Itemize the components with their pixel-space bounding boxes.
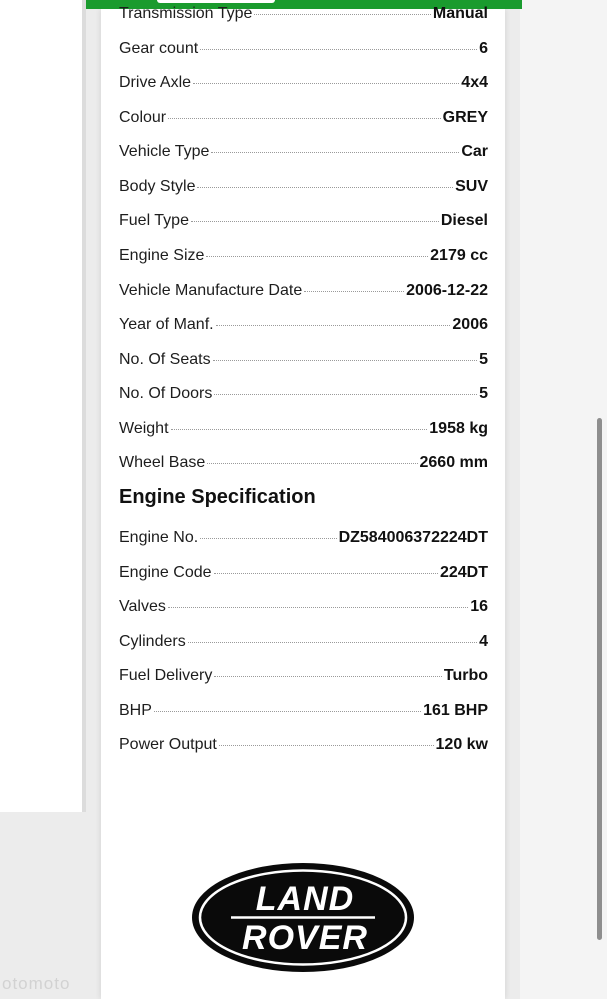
left-panel-edge bbox=[82, 0, 86, 812]
right-background-panel bbox=[520, 0, 607, 999]
spec-row-wheel-base: Wheel Base 2660 mm bbox=[119, 454, 488, 476]
spec-label: Cylinders bbox=[119, 633, 186, 650]
spec-label: Vehicle Manufacture Date bbox=[119, 282, 303, 299]
leader-dots bbox=[207, 463, 418, 464]
spec-value: 5 bbox=[479, 351, 488, 368]
spec-row-gear-count: Gear count 6 bbox=[119, 40, 488, 62]
spec-label: Fuel Type bbox=[119, 212, 189, 229]
spec-value: GREY bbox=[442, 109, 488, 126]
spec-row-weight: Weight 1958 kg bbox=[119, 420, 488, 442]
spec-value: 4 bbox=[479, 633, 488, 650]
spec-row-engine-code: Engine Code 224DT bbox=[119, 564, 488, 586]
spec-value: Car bbox=[461, 143, 488, 160]
spec-value: 161 BHP bbox=[423, 702, 488, 719]
spec-row-seats: No. Of Seats 5 bbox=[119, 351, 488, 373]
leader-dots bbox=[153, 711, 422, 712]
leader-dots bbox=[187, 642, 478, 643]
spec-value: Manual bbox=[432, 5, 488, 22]
leader-dots bbox=[167, 607, 469, 608]
leader-dots bbox=[212, 360, 478, 361]
spec-value: 2006 bbox=[452, 316, 488, 333]
spec-value: DZ584006372224DT bbox=[338, 529, 488, 546]
engine-specification-heading: Engine Specification bbox=[119, 486, 316, 508]
spec-row-colour: Colour GREY bbox=[119, 109, 488, 131]
leader-dots bbox=[197, 187, 454, 188]
leader-dots bbox=[206, 256, 429, 257]
leader-dots bbox=[214, 676, 442, 677]
page-scrollbar[interactable] bbox=[597, 418, 602, 940]
spec-label: BHP bbox=[119, 702, 152, 719]
header-tab-indicator bbox=[157, 0, 275, 3]
spec-label: Gear count bbox=[119, 40, 199, 57]
spec-row-valves: Valves 16 bbox=[119, 598, 488, 620]
leader-dots bbox=[193, 83, 460, 84]
leader-dots bbox=[170, 429, 428, 430]
leader-dots bbox=[254, 14, 431, 15]
spec-value: 2179 cc bbox=[430, 247, 488, 264]
spec-row-fuel-type: Fuel Type Diesel bbox=[119, 212, 488, 234]
spec-row-fuel-delivery: Fuel Delivery Turbo bbox=[119, 667, 488, 689]
spec-value: 16 bbox=[470, 598, 488, 615]
spec-label: Weight bbox=[119, 420, 169, 437]
spec-row-drive-axle: Drive Axle 4x4 bbox=[119, 74, 488, 96]
spec-row-vehicle-type: Vehicle Type Car bbox=[119, 143, 488, 165]
spec-label: Colour bbox=[119, 109, 167, 126]
spec-value: 120 kw bbox=[435, 736, 488, 753]
spec-label: Engine Code bbox=[119, 564, 212, 581]
spec-label: Drive Axle bbox=[119, 74, 192, 91]
spec-label: No. Of Seats bbox=[119, 351, 211, 368]
spec-label: No. Of Doors bbox=[119, 385, 213, 402]
spec-label: Valves bbox=[119, 598, 166, 615]
leader-dots bbox=[213, 573, 438, 574]
spec-value: 2006-12-22 bbox=[406, 282, 488, 299]
leader-dots bbox=[215, 325, 451, 326]
spec-row-power-output: Power Output 120 kw bbox=[119, 736, 488, 758]
otomoto-watermark: otomoto bbox=[2, 974, 71, 993]
spec-row-engine-size: Engine Size 2179 cc bbox=[119, 247, 488, 269]
leader-dots bbox=[214, 394, 478, 395]
spec-value: 6 bbox=[479, 40, 488, 57]
spec-value: 2660 mm bbox=[419, 454, 489, 471]
spec-row-engine-no: Engine No. DZ584006372224DT bbox=[119, 529, 488, 551]
spec-value: 1958 kg bbox=[429, 420, 488, 437]
spec-label: Power Output bbox=[119, 736, 217, 753]
spec-value: Diesel bbox=[440, 212, 488, 229]
spec-label: Vehicle Type bbox=[119, 143, 210, 160]
spec-label: Year of Manf. bbox=[119, 316, 214, 333]
leader-dots bbox=[168, 118, 441, 119]
spec-row-transmission-type: Transmission Type Manual bbox=[119, 5, 488, 27]
leader-dots bbox=[200, 538, 337, 539]
spec-row-bhp: BHP 161 BHP bbox=[119, 702, 488, 724]
spec-label: Engine Size bbox=[119, 247, 205, 264]
spec-label: Transmission Type bbox=[119, 5, 253, 22]
leader-dots bbox=[304, 291, 405, 292]
spec-label: Wheel Base bbox=[119, 454, 206, 471]
spec-label: Engine No. bbox=[119, 529, 199, 546]
left-background-panel bbox=[0, 0, 86, 812]
leader-dots bbox=[211, 152, 460, 153]
spec-value: 224DT bbox=[439, 564, 488, 581]
spec-label: Fuel Delivery bbox=[119, 667, 213, 684]
leader-dots bbox=[200, 49, 478, 50]
spec-row-year-of-manf: Year of Manf. 2006 bbox=[119, 316, 488, 338]
leader-dots bbox=[190, 221, 439, 222]
spec-value: 5 bbox=[479, 385, 488, 402]
spec-row-cylinders: Cylinders 4 bbox=[119, 633, 488, 655]
spec-row-doors: No. Of Doors 5 bbox=[119, 385, 488, 407]
spec-value: SUV bbox=[455, 178, 488, 195]
spec-value: Turbo bbox=[443, 667, 488, 684]
land-rover-logo: LAND ROVER bbox=[192, 863, 414, 972]
spec-row-manufacture-date: Vehicle Manufacture Date 2006-12-22 bbox=[119, 282, 488, 304]
logo-text-rover: ROVER bbox=[242, 919, 368, 957]
spec-label: Body Style bbox=[119, 178, 196, 195]
leader-dots bbox=[218, 745, 434, 746]
spec-value: 4x4 bbox=[461, 74, 488, 91]
logo-text-land: LAND bbox=[256, 880, 354, 918]
spec-row-body-style: Body Style SUV bbox=[119, 178, 488, 200]
